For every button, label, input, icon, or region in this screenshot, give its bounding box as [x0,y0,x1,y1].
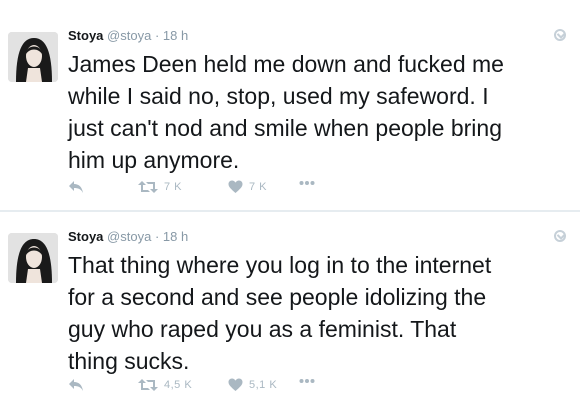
chevron-down-icon[interactable] [554,29,566,41]
reply-icon [69,181,83,193]
divider [0,210,580,212]
like-count: 5,1 K [249,379,278,391]
reply-button[interactable] [68,180,84,194]
reply-button[interactable] [68,378,84,392]
avatar[interactable] [8,233,58,283]
more-button[interactable] [299,180,315,186]
chevron-down-icon[interactable] [554,230,566,242]
tweet-header: Stoya @stoya · 18 h [68,28,188,43]
reply-icon [69,379,83,391]
display-name[interactable]: Stoya [68,229,103,244]
tweet: Stoya @stoya · 18 h James Deen held me d… [0,0,580,210]
retweet-button[interactable]: 7 K [138,180,182,194]
more-button[interactable] [299,378,315,384]
like-button[interactable]: 5,1 K [228,378,277,392]
more-icon [299,181,315,185]
tweet-text: James Deen held me down and fucked me wh… [68,51,504,173]
timestamp[interactable]: 18 h [163,28,188,43]
separator-dot: · [154,229,160,244]
username[interactable]: @stoya [107,229,151,244]
retweet-count: 7 K [164,181,183,193]
heart-icon [228,180,243,193]
timestamp[interactable]: 18 h [163,229,188,244]
tweet-header: Stoya @stoya · 18 h [68,229,188,244]
more-icon [299,379,315,383]
username[interactable]: @stoya [107,28,151,43]
retweet-icon [138,379,158,391]
retweet-button[interactable]: 4,5 K [138,378,192,392]
heart-icon [228,378,243,391]
tweet-actions: 7 K 7 K [68,180,468,200]
tweet-text: That thing where you log in to the inter… [68,252,492,374]
avatar[interactable] [8,32,58,82]
display-name[interactable]: Stoya [68,28,103,43]
retweet-icon [138,181,158,193]
like-count: 7 K [249,181,268,193]
tweet: Stoya @stoya · 18 h That thing where you… [0,213,580,415]
tweet-actions: 4,5 K 5,1 K [68,378,468,398]
separator-dot: · [154,28,160,43]
like-button[interactable]: 7 K [228,180,267,194]
retweet-count: 4,5 K [164,379,193,391]
